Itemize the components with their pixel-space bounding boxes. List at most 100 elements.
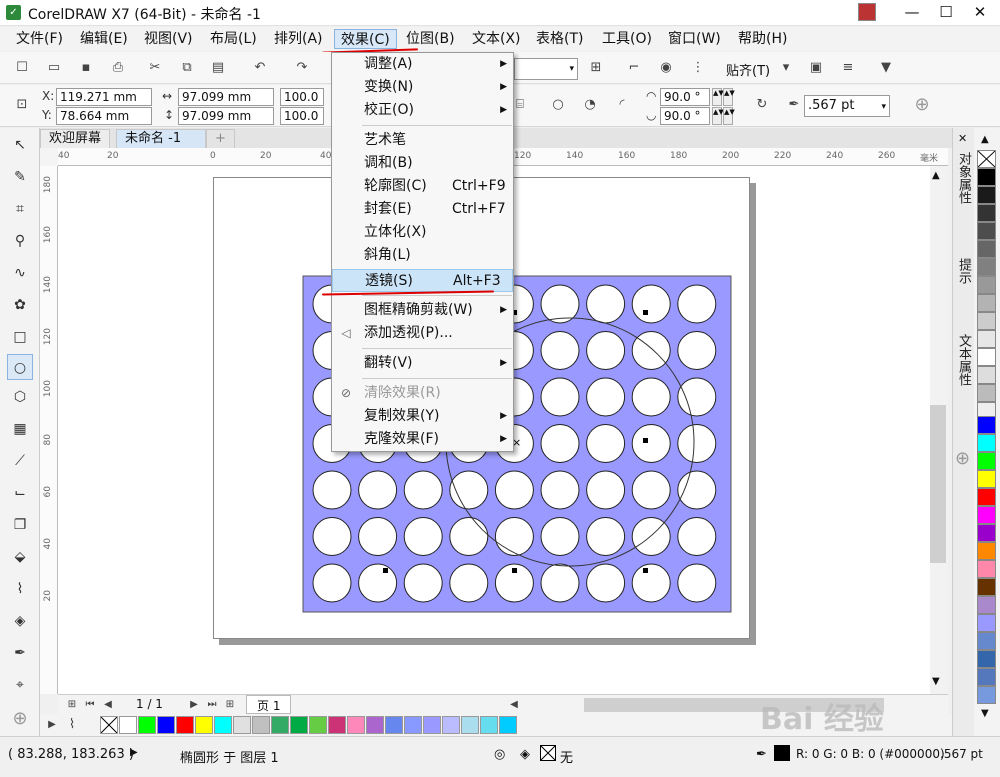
insert-page-icon[interactable]: ⊞	[62, 695, 82, 715]
swatch-none[interactable]	[100, 716, 118, 734]
grid-circle[interactable]	[586, 470, 626, 510]
grid-circle[interactable]	[586, 284, 626, 324]
grid-circle[interactable]	[677, 284, 717, 324]
selection-handle[interactable]	[643, 438, 648, 443]
swatch[interactable]	[195, 716, 213, 734]
menu-window[interactable]: 窗口(W)	[662, 29, 727, 49]
menu-item-lens[interactable]: 透镜(S) Alt+F3	[332, 269, 513, 292]
grid-circle[interactable]	[403, 517, 443, 556]
menu-bitmaps[interactable]: 位图(B)	[400, 29, 461, 49]
grid-circle[interactable]	[494, 470, 534, 510]
selection-handle[interactable]	[643, 310, 648, 315]
zoom-level-dropdown[interactable]: ▾	[514, 58, 578, 80]
grid-circle[interactable]	[586, 563, 626, 603]
swatch[interactable]	[977, 524, 996, 542]
menu-item-contour[interactable]: 轮廓图(C) Ctrl+F9	[332, 175, 513, 198]
scroll-down-icon[interactable]: ▼	[932, 676, 940, 687]
menu-view[interactable]: 视图(V)	[138, 29, 199, 49]
grid-circle[interactable]	[312, 517, 352, 556]
swatch[interactable]	[423, 716, 441, 734]
options-icon[interactable]: ≡	[838, 58, 858, 78]
crop-tool-icon[interactable]: ⌗	[9, 198, 31, 220]
menu-item-adjust[interactable]: 调整(A) ▶	[332, 53, 513, 76]
vertical-scrollbar-thumb[interactable]	[930, 405, 946, 563]
swatch[interactable]	[176, 716, 194, 734]
menu-arrange[interactable]: 排列(A)	[268, 29, 329, 49]
grid-circle[interactable]	[677, 470, 717, 510]
start-angle-spinner[interactable]: ▲▼	[712, 88, 724, 106]
menu-tools[interactable]: 工具(O)	[596, 29, 658, 49]
last-page-icon[interactable]: ⏭	[202, 695, 222, 715]
swatch[interactable]	[977, 632, 996, 650]
height-field[interactable]: 97.099 mm	[178, 107, 274, 125]
selection-handle[interactable]	[643, 568, 648, 573]
swatch[interactable]	[977, 614, 996, 632]
swatch[interactable]	[977, 294, 996, 312]
selection-handle[interactable]	[383, 568, 388, 573]
swatch[interactable]	[271, 716, 289, 734]
swatch[interactable]	[461, 716, 479, 734]
transparency-tool-icon[interactable]: ⬙	[9, 546, 31, 568]
end-angle-spinner[interactable]: ▲▼	[712, 107, 724, 125]
swatch[interactable]	[977, 330, 996, 348]
guides-icon[interactable]: ⋮	[688, 58, 708, 78]
grid-circle[interactable]	[631, 284, 671, 324]
add-icon[interactable]: ⊕	[912, 95, 932, 115]
grid-circle[interactable]	[631, 470, 671, 510]
outline-width-dropdown[interactable]: .567 pt ▾	[804, 95, 890, 117]
menu-help[interactable]: 帮助(H)	[732, 29, 793, 49]
redo-icon[interactable]: ↷	[292, 58, 312, 78]
palette-eyedropper-icon[interactable]: ⌇	[62, 715, 82, 735]
swatch[interactable]	[977, 506, 996, 524]
grid-circle[interactable]	[586, 331, 626, 370]
swatch[interactable]	[328, 716, 346, 734]
pie-icon[interactable]: ◔	[580, 95, 600, 115]
grid-circle[interactable]	[677, 377, 717, 417]
swatch[interactable]	[977, 416, 996, 434]
swatch[interactable]	[977, 668, 996, 686]
ellipse-tool-icon[interactable]: ○	[7, 354, 33, 380]
smart-drawing-icon[interactable]: ⌖	[9, 674, 31, 696]
open-folder-icon[interactable]: ▭	[44, 58, 64, 78]
outline-pen-tool-icon[interactable]: ✒	[9, 642, 31, 664]
grid-circle[interactable]	[586, 377, 626, 417]
swatch[interactable]	[157, 716, 175, 734]
grid-circle[interactable]	[631, 563, 671, 603]
swatch[interactable]	[977, 686, 996, 704]
hscroll-left-icon[interactable]: ◀	[504, 695, 524, 715]
grid-circle[interactable]	[677, 331, 717, 370]
swatch[interactable]	[309, 716, 327, 734]
grid-circle[interactable]	[677, 563, 717, 603]
publish-icon[interactable]: ▼	[876, 58, 896, 78]
swatch[interactable]	[977, 258, 996, 276]
menu-item-artistic-media[interactable]: 艺术笔	[332, 129, 513, 152]
docker-hints[interactable]: 提示	[955, 258, 973, 284]
menu-edit[interactable]: 编辑(E)	[74, 29, 134, 49]
eyedropper-tool-icon[interactable]: ⌇	[9, 578, 31, 600]
save-icon[interactable]: ▪	[76, 58, 96, 78]
paste-icon[interactable]: ▤	[208, 58, 228, 78]
menu-item-flip[interactable]: 翻转(V) ▶	[332, 352, 513, 375]
scale-y-field[interactable]: 100.0	[280, 107, 324, 125]
prev-page-icon[interactable]: ◀	[98, 695, 118, 715]
swatch[interactable]	[977, 222, 996, 240]
account-avatar-icon[interactable]	[858, 3, 876, 21]
menu-table[interactable]: 表格(T)	[530, 29, 589, 49]
swatch[interactable]	[480, 716, 498, 734]
swatch[interactable]	[290, 716, 308, 734]
docker-object-properties[interactable]: 对象属性	[955, 152, 973, 204]
grid-circle[interactable]	[540, 284, 580, 324]
menu-item-extrude[interactable]: 立体化(X)	[332, 221, 513, 244]
maximize-button[interactable]: ☐	[929, 0, 963, 26]
page-tab[interactable]: 页 1	[246, 695, 292, 714]
application-launcher-icon[interactable]: ▣	[806, 58, 826, 78]
menu-item-powerclip[interactable]: 图框精确剪裁(W) ▶	[332, 299, 513, 322]
interactive-fill-icon[interactable]: ◈	[9, 610, 31, 632]
swatch[interactable]	[404, 716, 422, 734]
polygon-tool-icon[interactable]: ⬡	[9, 386, 31, 408]
swatch[interactable]	[442, 716, 460, 734]
view-icon[interactable]: ◉	[656, 58, 676, 78]
swatch[interactable]	[977, 384, 996, 402]
full-screen-icon[interactable]: ⊞	[586, 58, 606, 78]
cut-icon[interactable]: ✂	[145, 58, 165, 78]
